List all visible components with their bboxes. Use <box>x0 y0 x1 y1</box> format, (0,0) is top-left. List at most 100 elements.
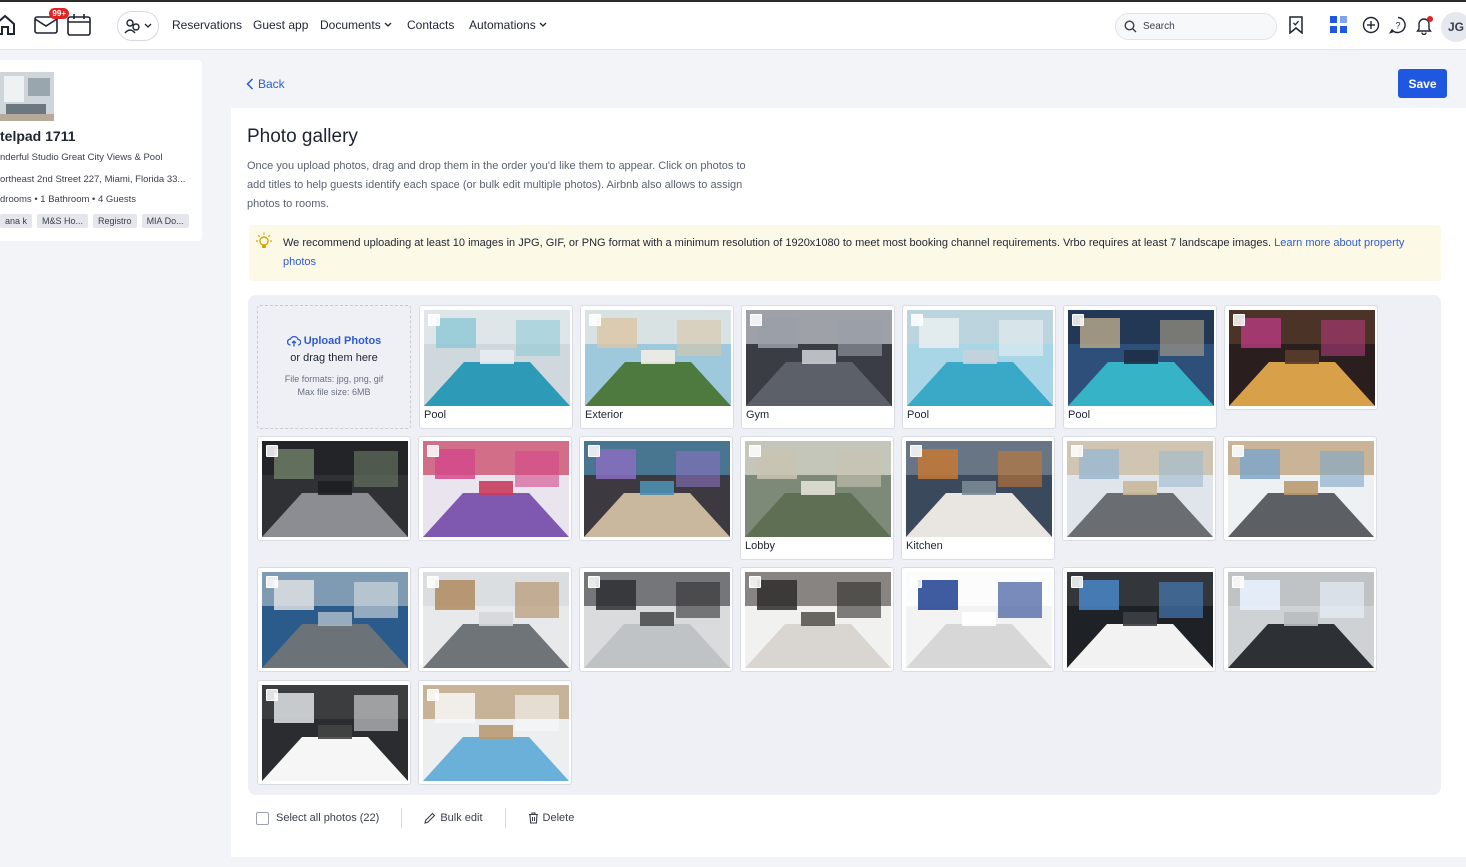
team-selector[interactable] <box>117 11 159 41</box>
bookmark-icon[interactable] <box>1283 12 1309 38</box>
nav-label: Reservations <box>172 18 243 32</box>
photo-tile[interactable] <box>1224 305 1378 410</box>
photo-select-checkbox[interactable] <box>750 314 762 326</box>
photo-tile[interactable] <box>901 567 1055 672</box>
photo-tile[interactable]: Gym <box>741 305 895 429</box>
photo-image <box>1067 441 1213 537</box>
photo-select-checkbox[interactable] <box>1071 445 1083 457</box>
photo-image <box>262 441 408 537</box>
upload-dropzone[interactable]: Upload Photos or drag them here File for… <box>257 305 411 429</box>
photo-label: Pool <box>1068 409 1091 421</box>
property-summary-card[interactable]: telpad 1711 nderful Studio Great City Vi… <box>0 60 202 241</box>
photo-select-checkbox[interactable] <box>427 576 439 588</box>
photo-tile[interactable]: Pool <box>902 305 1056 429</box>
property-tag: ana k <box>0 214 33 228</box>
photo-tile[interactable] <box>579 436 733 541</box>
photo-image <box>1229 310 1375 406</box>
photo-tile[interactable] <box>740 567 894 672</box>
upload-formats: File formats: jpg, png, gif <box>284 374 384 384</box>
photo-label: Kitchen <box>906 540 943 552</box>
chevron-down-icon <box>144 23 152 28</box>
photo-select-checkbox[interactable] <box>428 314 440 326</box>
photo-select-checkbox[interactable] <box>1232 576 1244 588</box>
photo-tile[interactable] <box>418 567 572 672</box>
photo-select-checkbox[interactable] <box>266 689 278 701</box>
photo-select-checkbox[interactable] <box>427 689 439 701</box>
property-tag: M&S Ho... <box>37 214 89 228</box>
photo-tile[interactable] <box>1223 436 1377 541</box>
notice-message: We recommend uploading at least 10 image… <box>283 237 1272 249</box>
photo-label: Gym <box>746 409 770 421</box>
photo-tile[interactable] <box>418 680 572 785</box>
bulk-edit-button[interactable]: Bulk edit <box>424 812 483 824</box>
save-button[interactable]: Save <box>1398 69 1447 98</box>
nav-contacts[interactable]: Contacts <box>407 18 454 32</box>
photo-tile[interactable] <box>418 436 572 541</box>
nav-label: Documents <box>320 18 381 32</box>
photo-tile[interactable] <box>1223 567 1377 672</box>
photo-image <box>423 441 569 537</box>
photo-select-checkbox[interactable] <box>911 314 923 326</box>
photo-tile[interactable] <box>257 680 411 785</box>
gallery-intro-text: Once you upload photos, drag and drop th… <box>247 160 746 210</box>
user-avatar[interactable]: JG <box>1441 12 1466 42</box>
photo-tile[interactable]: Kitchen <box>901 436 1055 560</box>
nav-guest-app[interactable]: Guest app <box>253 18 308 32</box>
people-icon <box>124 19 140 34</box>
photo-tile[interactable]: Pool <box>419 305 573 429</box>
photo-select-checkbox[interactable] <box>749 576 761 588</box>
photo-label: Pool <box>907 409 930 421</box>
photo-label: Exterior <box>585 409 623 421</box>
upload-photos-link[interactable]: Upload Photos <box>258 335 410 347</box>
photo-tile[interactable]: Lobby <box>740 436 894 560</box>
photo-select-checkbox[interactable] <box>588 576 600 588</box>
photo-tile[interactable] <box>257 436 411 541</box>
property-subtitle: nderful Studio Great City Views & Pool <box>0 152 163 163</box>
inbox-icon[interactable]: 99+ <box>33 8 69 38</box>
photo-tile[interactable] <box>257 567 411 672</box>
photo-tile[interactable]: Pool <box>1063 305 1217 429</box>
property-address: ortheast 2nd Street 227, Miami, Florida … <box>0 174 186 185</box>
nav-reservations[interactable]: Reservations <box>172 18 242 32</box>
photo-select-checkbox[interactable] <box>910 445 922 457</box>
photo-tile[interactable] <box>1062 567 1216 672</box>
photo-image <box>585 310 731 406</box>
photo-select-checkbox[interactable] <box>266 445 278 457</box>
photo-select-checkbox[interactable] <box>1232 445 1244 457</box>
search-input[interactable]: Search <box>1115 13 1277 40</box>
chevron-down-icon <box>384 22 392 27</box>
photo-image <box>906 572 1052 668</box>
nav-documents[interactable]: Documents <box>320 18 392 32</box>
photo-tile[interactable] <box>1062 436 1216 541</box>
select-all-checkbox[interactable] <box>256 811 269 825</box>
divider <box>504 808 506 828</box>
apps-grid-icon[interactable] <box>1326 12 1352 38</box>
photo-select-checkbox[interactable] <box>427 445 439 457</box>
bulk-edit-label: Bulk edit <box>440 812 483 824</box>
back-link[interactable]: Back <box>246 77 285 91</box>
page-title: Photo gallery <box>247 126 358 147</box>
photo-select-checkbox[interactable] <box>749 445 761 457</box>
pencil-icon <box>424 812 436 824</box>
calendar-icon[interactable] <box>66 12 92 38</box>
help-icon[interactable]: ? <box>1385 12 1411 38</box>
nav-automations[interactable]: Automations <box>469 18 547 32</box>
home-logo-icon[interactable] <box>0 12 18 38</box>
top-navigation-bar: 99+ Reservations Guest app Documents Con… <box>0 2 1466 50</box>
photo-select-checkbox[interactable] <box>588 445 600 457</box>
photo-select-checkbox[interactable] <box>1071 576 1083 588</box>
photo-image <box>1228 441 1374 537</box>
add-circle-icon[interactable] <box>1358 12 1384 38</box>
photo-select-checkbox[interactable] <box>266 576 278 588</box>
photo-select-checkbox[interactable] <box>589 314 601 326</box>
recommendation-notice: We recommend uploading at least 10 image… <box>249 225 1441 281</box>
photo-select-checkbox[interactable] <box>910 576 922 588</box>
photo-tile[interactable] <box>579 567 733 672</box>
photo-select-checkbox[interactable] <box>1233 314 1245 326</box>
bulk-actions-bar: Select all photos (22) Bulk edit Delete <box>256 808 574 828</box>
delete-button[interactable]: Delete <box>528 812 574 824</box>
select-all-label[interactable]: Select all photos (22) <box>276 812 379 824</box>
photo-select-checkbox[interactable] <box>1072 314 1084 326</box>
notifications-bell-icon[interactable] <box>1411 12 1437 38</box>
photo-tile[interactable]: Exterior <box>580 305 734 429</box>
